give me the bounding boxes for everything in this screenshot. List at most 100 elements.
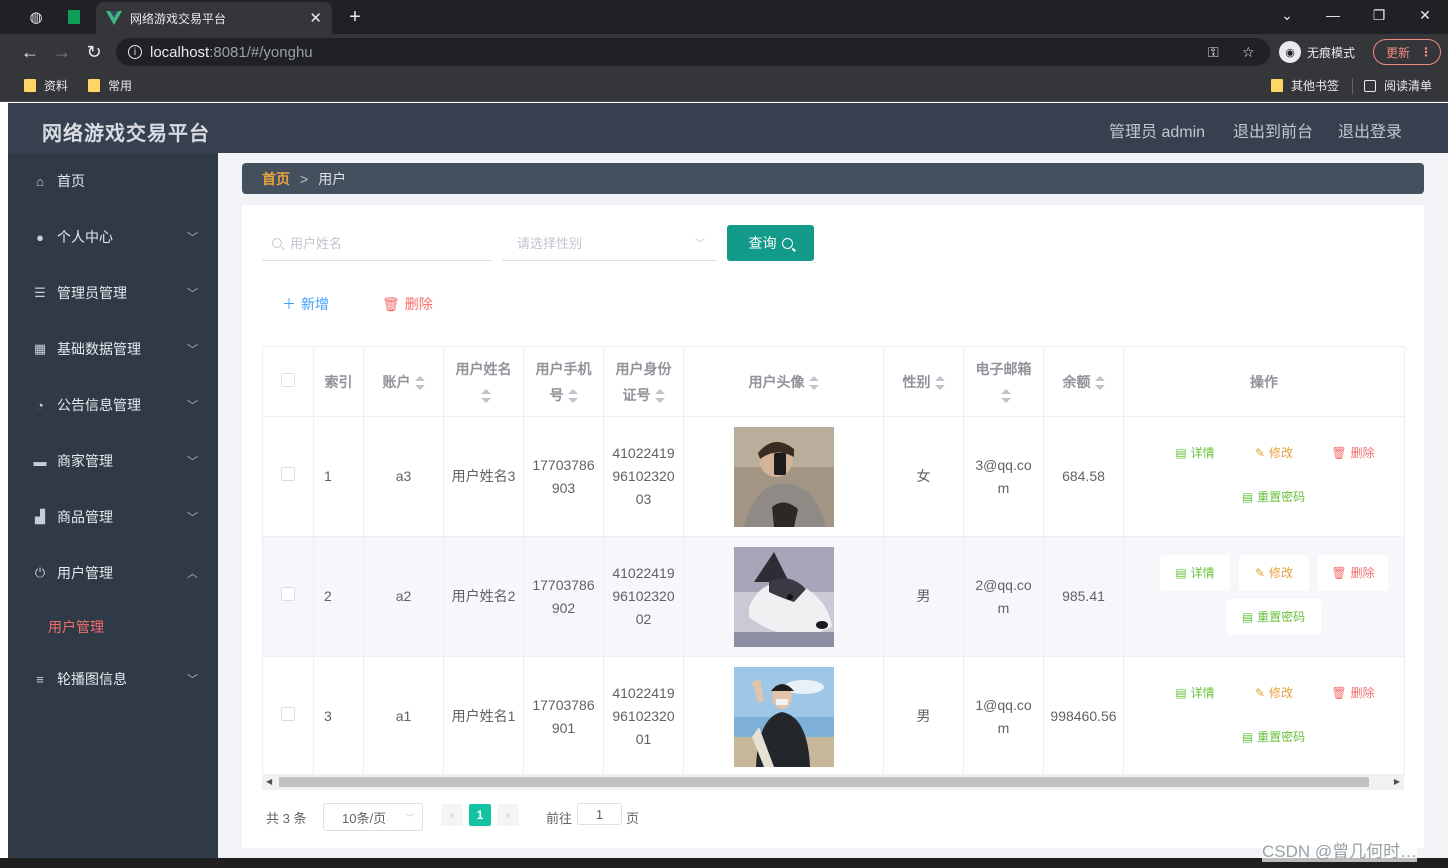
user-avatar-image[interactable] [733, 666, 834, 767]
star-icon[interactable]: ☆ [1242, 38, 1255, 66]
sort-icon[interactable] [934, 375, 945, 390]
sort-icon[interactable] [414, 375, 425, 390]
sidebar-item-goods[interactable]: ▟ 商品管理 ﹀ [8, 489, 218, 545]
sidebar-item-basedata[interactable]: ▦ 基础数据管理 ﹀ [8, 321, 218, 377]
reset-password-button[interactable]: ▤ 重置密码 [1226, 479, 1321, 515]
user-avatar-image[interactable] [733, 426, 834, 527]
gender-select[interactable]: 请选择性别 ﹀ [502, 225, 717, 261]
select-all-checkbox[interactable] [281, 372, 295, 387]
sidebar-item-notices[interactable]: ◔ 公告信息管理 ﹀ [8, 377, 218, 433]
cell-avatar [683, 416, 884, 537]
restore-icon[interactable]: ❐ [1356, 0, 1402, 30]
row-delete-button[interactable]: 🗑 删除 [1318, 675, 1388, 711]
vue-logo-icon [106, 11, 122, 25]
breadcrumb-home[interactable]: 首页 [262, 169, 290, 189]
row-actions: ▤ 详情 ✎ 修改 🗑 删除 ▤ 重置密码 [1124, 417, 1404, 536]
detail-button[interactable]: ▤ 详情 [1160, 555, 1230, 591]
tab-search-icon[interactable]: ⌄ [1264, 0, 1310, 30]
scroll-right-icon[interactable]: ▶ [1394, 777, 1400, 786]
reload-icon[interactable]: ↻ [80, 38, 108, 66]
batch-delete-button[interactable]: 🗑 删除 [382, 294, 433, 314]
sidebar-item-home[interactable]: ⌂ 首页 [8, 153, 218, 209]
bookmark-folder[interactable]: 资料 [24, 77, 68, 94]
next-page-button[interactable]: › [497, 804, 519, 826]
reset-label: 重置密码 [1257, 609, 1306, 624]
reset-password-button[interactable]: ▤ 重置密码 [1226, 719, 1321, 755]
prev-page-button[interactable]: ‹ [441, 804, 463, 826]
col-avatar[interactable]: 用户头像 [683, 346, 884, 417]
sidebar-subitem-user-manage[interactable]: 用户管理 [48, 617, 104, 637]
sort-icon[interactable] [567, 388, 578, 403]
col-name[interactable]: 用户姓名 [443, 346, 524, 417]
cell-index: 2 [313, 536, 364, 657]
horizontal-scrollbar[interactable]: ◀ ▶ [262, 774, 1404, 790]
new-tab-button[interactable]: + [342, 0, 368, 34]
globe-icon[interactable]: ◍ [19, 0, 53, 34]
row-delete-button[interactable]: 🗑 删除 [1318, 435, 1388, 471]
cell-account: a1 [363, 656, 444, 777]
page-size-select[interactable]: 10条/页 ﹀ [323, 803, 423, 831]
col-gender[interactable]: 性别 [883, 346, 964, 417]
bookmark-folder[interactable]: 常用 [88, 77, 132, 94]
sheets-tab-icon[interactable] [57, 0, 91, 34]
col-phone[interactable]: 用户手机号 [523, 346, 604, 417]
remove-label: 删除 [1350, 685, 1375, 700]
forward-icon[interactable]: → [48, 38, 76, 66]
sidebar-item-profile[interactable]: ● 个人中心 ﹀ [8, 209, 218, 265]
exit-to-front-link[interactable]: 退出到前台 [1233, 118, 1313, 142]
chevron-down-icon: ﹀ [695, 239, 705, 250]
edit-button[interactable]: ✎ 修改 [1239, 555, 1309, 591]
col-account[interactable]: 账户 [363, 346, 444, 417]
col-idcard[interactable]: 用户身份证号 [603, 346, 684, 417]
reset-password-button[interactable]: ▤ 重置密码 [1226, 599, 1321, 635]
detail-button[interactable]: ▤ 详情 [1160, 435, 1230, 471]
sort-icon[interactable] [480, 388, 491, 403]
key-icon[interactable]: ⚿ [1208, 38, 1219, 66]
logout-link[interactable]: 退出登录 [1338, 118, 1402, 142]
reading-list[interactable]: 阅读清单 [1364, 77, 1432, 94]
cell-idcard: 410224199610232003 [603, 416, 684, 537]
goto-page-input[interactable]: 1 [577, 803, 622, 825]
col-email[interactable]: 电子邮箱 [963, 346, 1044, 417]
breadcrumb-current: 用户 [318, 170, 347, 187]
user-name-search-input[interactable]: 用户姓名 [262, 225, 492, 261]
sidebar-item-merchants[interactable]: ▬ 商家管理 ﹀ [8, 433, 218, 489]
window-close-icon[interactable]: ✕ [1402, 0, 1448, 30]
query-button[interactable]: 查询 [727, 225, 814, 261]
detail-button[interactable]: ▤ 详情 [1160, 675, 1230, 711]
update-button[interactable]: 更新 ⋮ [1373, 39, 1441, 65]
pagination-total: 共 3 条 [266, 810, 307, 826]
browser-tab-bar: ◍ 网络游戏交易平台 ✕ + ⌄ — ❐ ✕ [0, 0, 1448, 34]
row-checkbox[interactable] [281, 707, 295, 721]
sidebar-item-label: 首页 [57, 173, 85, 189]
url-field[interactable]: i localhost:8081/#/yonghu ⚿ ☆ [116, 38, 1270, 66]
edit-button[interactable]: ✎ 修改 [1239, 435, 1309, 471]
sort-icon[interactable] [654, 388, 665, 403]
edit-button[interactable]: ✎ 修改 [1239, 675, 1309, 711]
table-header-row: 索引 账户 用户姓名 用户手机号 用户身份证号 用户头像 性别 电子邮箱 余额 … [262, 346, 1405, 417]
sidebar-item-users[interactable]: ⏻ 用户管理 ︿ [8, 545, 218, 601]
incognito-indicator[interactable]: ◉ 无痕模式 [1279, 39, 1355, 65]
row-checkbox[interactable] [281, 587, 295, 601]
sidebar-item-carousel[interactable]: ≡ 轮播图信息 ﹀ [8, 651, 218, 707]
scrollbar-thumb[interactable] [279, 777, 1369, 787]
minimize-icon[interactable]: — [1310, 0, 1356, 30]
sidebar-item-admins[interactable]: ☰ 管理员管理 ﹀ [8, 265, 218, 321]
user-avatar-image[interactable] [733, 546, 834, 647]
active-tab[interactable]: 网络游戏交易平台 ✕ [96, 2, 332, 34]
row-delete-button[interactable]: 🗑 删除 [1318, 555, 1388, 591]
add-button[interactable]: ＋ 新增 [282, 294, 329, 314]
site-info-icon[interactable]: i [128, 45, 142, 59]
cell-index: 3 [313, 656, 364, 777]
close-icon[interactable]: ✕ [309, 9, 322, 27]
sort-icon[interactable] [1000, 388, 1011, 403]
back-icon[interactable]: ← [16, 38, 44, 66]
scroll-left-icon[interactable]: ◀ [266, 777, 272, 786]
sort-icon[interactable] [808, 375, 819, 390]
goto-label: 前往 [546, 810, 573, 826]
row-checkbox[interactable] [281, 467, 295, 481]
sort-icon[interactable] [1094, 375, 1105, 390]
col-balance[interactable]: 余额 [1043, 346, 1124, 417]
current-page[interactable]: 1 [469, 804, 491, 826]
bookmark-folder[interactable]: 其他书签 [1271, 77, 1339, 94]
